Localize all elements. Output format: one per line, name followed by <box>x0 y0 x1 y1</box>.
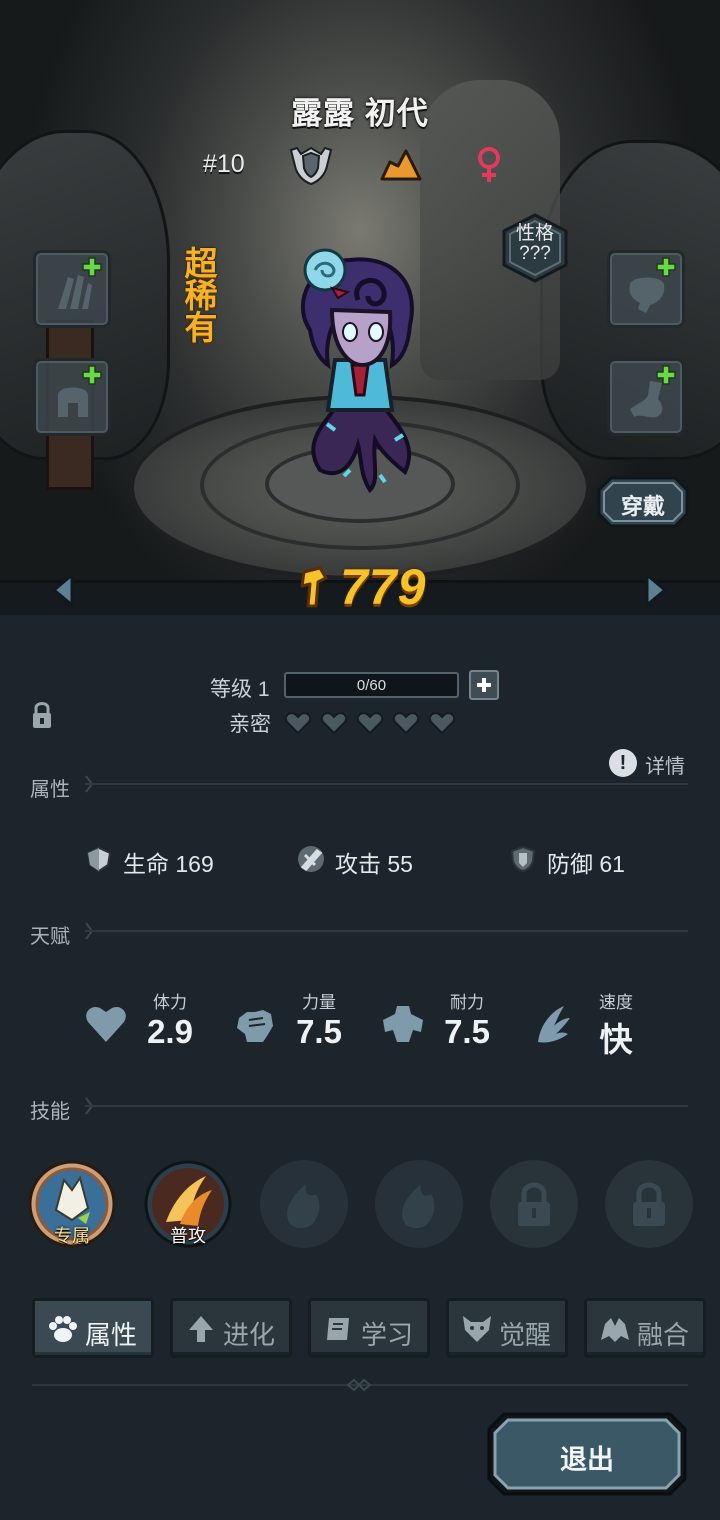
muscle-icon <box>383 1006 423 1042</box>
talent-stamina-label: 体力 <box>153 993 187 1012</box>
personality-badge[interactable]: 性格 ??? <box>500 212 570 284</box>
talent-speed-label: 速度 <box>599 993 633 1012</box>
level-up-button[interactable] <box>469 670 499 700</box>
equip-slot-glove[interactable] <box>607 250 685 328</box>
power-icon <box>300 566 328 608</box>
lock-icon <box>633 1182 665 1226</box>
rarity-text: 超稀有 <box>184 245 218 346</box>
equip-slot-weapon[interactable] <box>33 250 111 328</box>
fist-icon <box>237 1010 273 1042</box>
skill-exclusive[interactable]: 专属 <box>28 1160 116 1248</box>
intimacy-heart-icon <box>284 712 312 735</box>
tab-learn-label: 学习 <box>361 1320 414 1350</box>
wear-label: 穿戴 <box>620 494 665 519</box>
details-button[interactable]: ! 详情 <box>609 747 691 779</box>
stat-defense-text: 防御 61 <box>547 851 625 877</box>
skill-slot-empty-1[interactable] <box>260 1160 348 1248</box>
section-divider <box>85 1105 688 1107</box>
intimacy-heart-icon <box>392 712 420 735</box>
female-icon[interactable] <box>474 146 504 184</box>
exit-label: 退出 <box>560 1445 614 1475</box>
talents-section-title: 天赋 <box>30 926 70 948</box>
xp-bar: 0/60 <box>284 672 459 698</box>
intimacy-label: 亲密 <box>229 713 271 736</box>
fusion-icon <box>601 1318 629 1342</box>
tab-evolve[interactable]: 进化 <box>170 1298 292 1358</box>
wing-icon <box>538 1006 570 1043</box>
tab-learn[interactable]: 学习 <box>308 1298 430 1358</box>
tab-evolve-label: 进化 <box>223 1320 276 1350</box>
tab-attributes[interactable]: 属性 <box>32 1298 154 1358</box>
tab-awaken-label: 觉醒 <box>499 1320 552 1350</box>
wear-button[interactable]: 穿戴 <box>597 476 689 528</box>
details-label: 详情 <box>645 756 685 778</box>
tab-awaken[interactable]: 觉醒 <box>446 1298 568 1358</box>
add-plus-icon <box>82 365 102 385</box>
intimacy-heart-icon <box>356 712 384 735</box>
arrow-up-icon <box>189 1316 213 1342</box>
rarity-label: 超稀有 <box>181 245 221 346</box>
xp-text: 0/60 <box>356 677 387 694</box>
talent-strength-label: 力量 <box>302 993 336 1012</box>
intimacy-heart-icon <box>428 712 456 735</box>
talent-endurance-value: 7.5 <box>444 1013 490 1050</box>
talent-endurance: 耐力 7.5 <box>381 988 521 1058</box>
add-plus-icon <box>656 365 676 385</box>
prev-character-arrow[interactable] <box>50 572 76 608</box>
sword-icon <box>298 846 324 872</box>
lock-icon[interactable] <box>31 700 53 730</box>
equip-slot-helmet[interactable] <box>33 358 111 436</box>
skill-basic-attack[interactable]: 普攻 <box>144 1160 232 1248</box>
next-character-arrow[interactable] <box>643 572 669 608</box>
stat-attack-text: 攻击 55 <box>335 851 413 877</box>
character-name: 露露 初代 <box>291 96 429 131</box>
talent-strength: 力量 7.5 <box>233 988 373 1058</box>
wolf-icon <box>463 1316 491 1342</box>
lock-icon <box>518 1182 550 1226</box>
section-divider <box>85 783 688 785</box>
talent-endurance-label: 耐力 <box>450 993 484 1012</box>
personality-text: 性格 ??? <box>515 223 554 264</box>
tab-fusion[interactable]: 融合 <box>584 1298 706 1358</box>
skill-slot-locked-2[interactable] <box>605 1160 693 1248</box>
class-shield-icon[interactable] <box>287 144 335 186</box>
info-icon: ! <box>609 749 637 777</box>
heart-icon <box>86 1006 126 1042</box>
paw-icon <box>49 1316 77 1342</box>
shield-icon <box>510 845 536 873</box>
talent-strength-value: 7.5 <box>296 1013 342 1050</box>
character-sprite[interactable] <box>280 240 440 500</box>
skill-basic-attack-caption: 普攻 <box>170 1226 206 1246</box>
skill-flame-icon <box>402 1184 435 1229</box>
talent-stamina: 体力 2.9 <box>84 988 224 1058</box>
tab-fusion-label: 融合 <box>637 1320 690 1350</box>
add-plus-icon <box>82 257 102 277</box>
power-value: 779 <box>340 559 427 615</box>
skill-flame-icon <box>287 1184 320 1229</box>
equip-slot-boot[interactable] <box>607 358 685 436</box>
skill-slot-empty-2[interactable] <box>375 1160 463 1248</box>
stat-hp-text: 生命 169 <box>123 851 214 877</box>
character-number: #10 <box>203 150 245 178</box>
level-label: 等级 1 <box>210 678 270 701</box>
skill-slot-locked-1[interactable] <box>490 1160 578 1248</box>
exit-button[interactable]: 退出 <box>486 1411 688 1497</box>
skills-section-title: 技能 <box>30 1101 70 1123</box>
book-icon <box>327 1318 349 1340</box>
intimacy-heart-icon <box>320 712 348 735</box>
talent-speed: 速度 快 <box>530 988 670 1058</box>
tab-attributes-label: 属性 <box>85 1320 138 1350</box>
add-plus-icon <box>656 257 676 277</box>
section-divider <box>85 930 688 932</box>
talent-stamina-value: 2.9 <box>147 1013 193 1050</box>
divider-ornament-icon <box>346 1378 372 1392</box>
attributes-section-title: 属性 <box>30 779 70 801</box>
heart-shield-icon <box>86 846 112 873</box>
terrain-icon[interactable] <box>380 148 422 182</box>
talent-speed-value: 快 <box>599 1021 633 1058</box>
skill-exclusive-caption: 专属 <box>54 1226 90 1246</box>
